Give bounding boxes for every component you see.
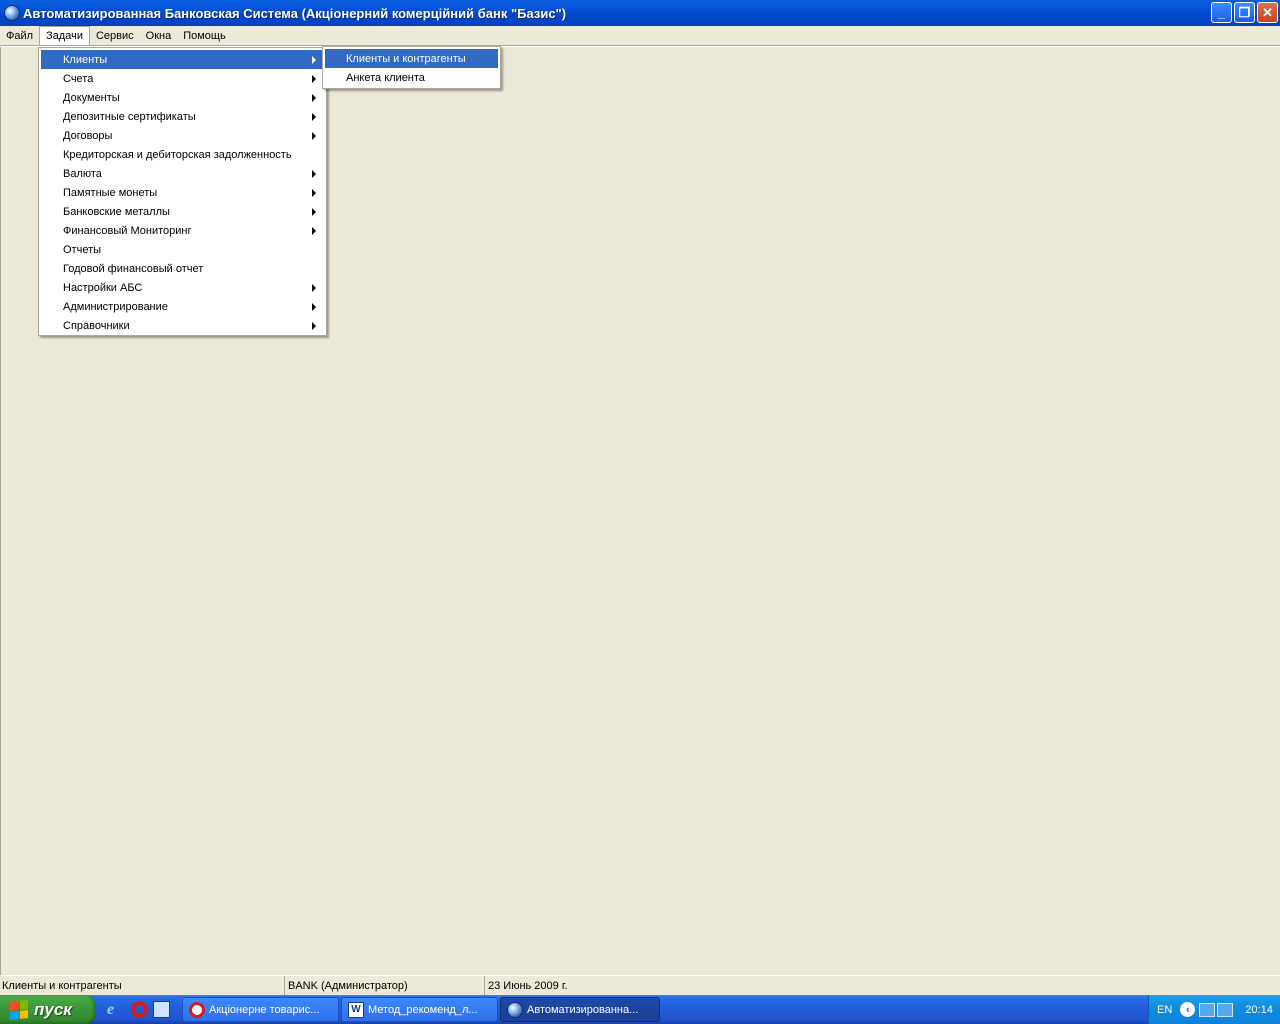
menu-item-contracts[interactable]: Договоры [41,126,324,145]
status-hint: Клиенты и контрагенты [0,976,285,995]
network-icon[interactable] [1199,1002,1216,1017]
chevron-left-icon[interactable]: ‹ [1180,1002,1196,1017]
word-icon: W [348,1001,364,1018]
start-button[interactable]: пуск [0,995,96,1024]
menu-item-clients[interactable]: Клиенты [41,50,324,69]
submenu-arrow-icon [312,56,316,64]
restore-button[interactable]: ❐ [1234,2,1255,23]
menu-file[interactable]: Файл [0,26,39,45]
clock[interactable]: 20:14 [1245,1004,1273,1016]
menu-bar: Файл Задачи Сервис Окна Помощь [0,26,1280,45]
menu-item-label: Отчеты [63,243,102,256]
clients-submenu: Клиенты и контрагенты Анкета клиента [322,46,501,89]
task-label: Акціонерне товарис... [209,1003,320,1016]
submenu-arrow-icon [312,170,316,178]
menu-item-accounts[interactable]: Счета [41,69,324,88]
menu-item-currency[interactable]: Валюта [41,164,324,183]
menu-item-label: Клиенты [63,53,108,66]
status-user: BANK (Администратор) [285,976,485,995]
taskbar-button-word[interactable]: W Метод_рекоменд_л... [341,997,498,1022]
title-bar[interactable]: Автоматизированная Банковская Система (А… [0,0,1280,26]
task-label: Автоматизированна... [527,1003,639,1016]
menu-item-label: Настройки АБС [63,281,143,294]
menu-item-label: Договоры [63,129,113,142]
menu-item-label: Справочники [63,319,130,332]
submenu-arrow-icon [312,227,316,235]
internet-explorer-icon[interactable]: e [107,1001,124,1018]
menu-item-label: Администрирование [63,300,168,313]
menu-item-abs-settings[interactable]: Настройки АБС [41,278,324,297]
network-icon[interactable] [1217,1002,1234,1017]
menu-windows[interactable]: Окна [140,26,178,45]
close-icon: ✕ [1262,5,1273,20]
submenu-arrow-icon [312,189,316,197]
menu-item-label: Депозитные сертификаты [63,110,196,123]
app-globe-icon[interactable] [4,5,20,21]
submenu-arrow-icon [312,94,316,102]
menu-item-payables-receivables[interactable]: Кредиторская и дебиторская задолженность [41,145,324,164]
menu-item-reports[interactable]: Отчеты [41,240,324,259]
menu-item-label: Банковские металлы [63,205,170,218]
menu-item-clients-and-counterparties[interactable]: Клиенты и контрагенты [325,49,498,68]
windows-logo-icon [10,999,28,1020]
status-bar: Клиенты и контрагенты BANK (Администрато… [0,975,1280,995]
menu-item-label: Годовой финансовый отчет [63,262,204,275]
menu-item-deposit-certificates[interactable]: Депозитные сертификаты [41,107,324,126]
menu-item-label: Финансовый Мониторинг [63,224,192,237]
minimize-button[interactable]: _ [1211,2,1232,23]
show-desktop-icon[interactable] [153,1001,170,1018]
minimize-icon: _ [1217,5,1226,20]
menu-item-label: Кредиторская и дебиторская задолженность [63,148,292,161]
menu-item-bank-metals[interactable]: Банковские металлы [41,202,324,221]
menu-item-annual-report[interactable]: Годовой финансовый отчет [41,259,324,278]
status-date: 23 Июнь 2009 г. [488,979,568,992]
close-button[interactable]: ✕ [1257,2,1278,23]
menu-item-label: Счета [63,72,94,85]
menu-item-reference-books[interactable]: Справочники [41,316,324,335]
menu-item-label: Документы [63,91,120,104]
menu-help[interactable]: Помощь [177,26,232,45]
menu-item-label: Валюта [63,167,102,180]
opera-icon[interactable] [131,1001,148,1018]
submenu-arrow-icon [312,113,316,121]
menu-item-label: Анкета клиента [346,71,425,84]
window-title: Автоматизированная Банковская Система (А… [23,5,567,21]
submenu-arrow-icon [312,322,316,330]
taskbar-button-abs[interactable]: Автоматизированна... [500,997,660,1022]
system-tray: EN ‹ 20:14 [1148,995,1280,1024]
tasks-dropdown-menu: Клиенты Счета Документы Депозитные серти… [38,47,327,336]
submenu-arrow-icon [312,284,316,292]
submenu-arrow-icon [312,303,316,311]
taskbar-button-opera[interactable]: Акціонерне товарис... [182,997,339,1022]
menu-item-documents[interactable]: Документы [41,88,324,107]
globe-icon [507,1001,523,1018]
submenu-arrow-icon [312,75,316,83]
menu-item-label: Памятные монеты [63,186,158,199]
menu-item-administration[interactable]: Администрирование [41,297,324,316]
language-indicator[interactable]: EN [1157,1004,1172,1016]
menu-item-client-questionnaire[interactable]: Анкета клиента [325,68,498,87]
restore-icon: ❐ [1238,5,1251,20]
submenu-arrow-icon [312,208,316,216]
menu-item-financial-monitoring[interactable]: Финансовый Мониторинг [41,221,324,240]
menu-tasks[interactable]: Задачи [39,26,90,45]
opera-icon [189,1001,205,1018]
task-label: Метод_рекоменд_л... [368,1003,478,1016]
start-label: пуск [34,999,72,1019]
menu-service[interactable]: Сервис [90,26,140,45]
menu-item-commemorative-coins[interactable]: Памятные монеты [41,183,324,202]
menu-item-label: Клиенты и контрагенты [346,52,466,65]
taskbar: пуск e Акціонерне товарис... W Метод_рек… [0,995,1280,1024]
submenu-arrow-icon [312,132,316,140]
